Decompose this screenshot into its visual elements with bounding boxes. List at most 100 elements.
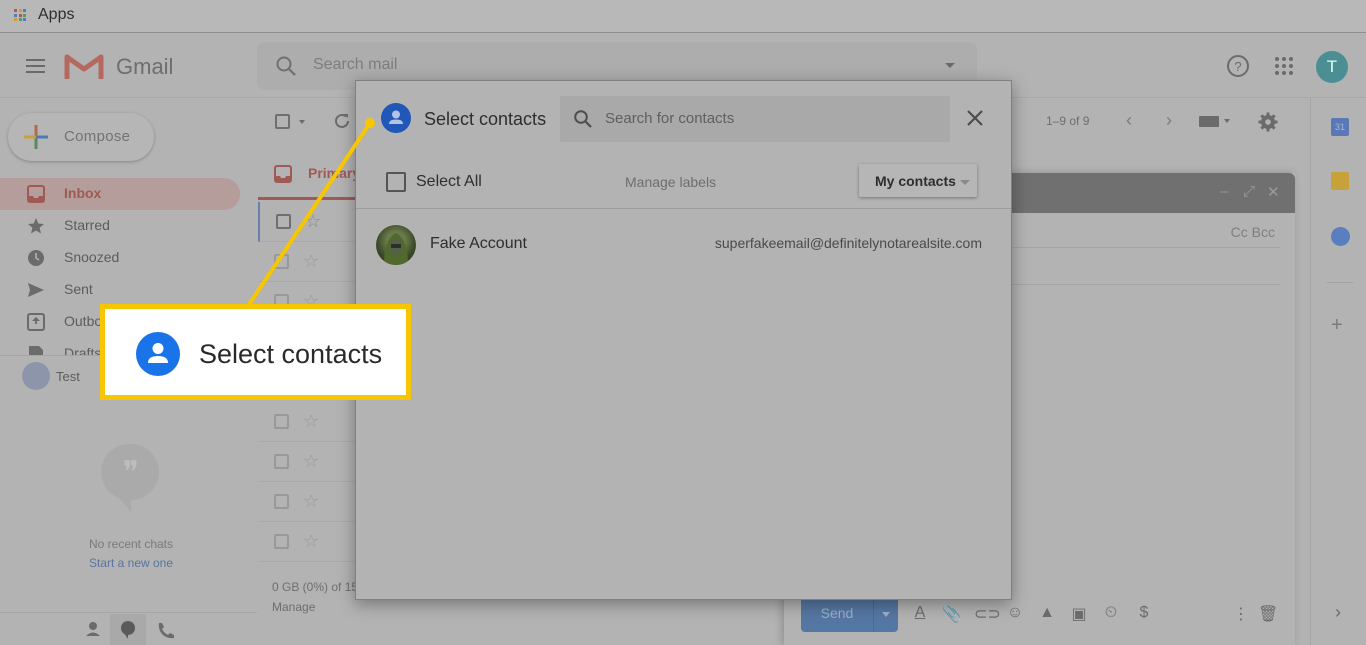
manage-labels-button[interactable]: Manage labels <box>625 174 716 190</box>
row-checkbox[interactable] <box>274 254 289 269</box>
mail-row[interactable]: ☆ <box>258 522 356 562</box>
attach-icon[interactable]: 📎 <box>942 604 962 624</box>
close-compose-icon[interactable]: ✕ <box>1267 183 1280 201</box>
hangouts-tab-icon[interactable] <box>110 614 146 645</box>
sidebar-item-inbox[interactable]: Inbox <box>0 178 240 210</box>
row-checkbox[interactable] <box>274 534 289 549</box>
star-toggle-icon[interactable]: ☆ <box>303 531 319 552</box>
discard-draft-icon[interactable]: 🗑 <box>1258 604 1278 624</box>
side-panel: 31 + › <box>1310 98 1366 645</box>
minimize-icon[interactable]: – <box>1220 183 1228 200</box>
star-toggle-icon[interactable]: ☆ <box>305 211 321 232</box>
next-page-icon[interactable]: › <box>1166 110 1172 131</box>
star-toggle-icon[interactable]: ☆ <box>303 411 319 432</box>
input-tools-caret-icon[interactable] <box>1224 119 1230 123</box>
star-toggle-icon[interactable]: ☆ <box>303 251 319 272</box>
sidebar-item-snoozed[interactable]: Snoozed <box>0 242 240 274</box>
row-checkbox[interactable] <box>276 214 291 229</box>
select-all-checkbox[interactable] <box>386 172 406 192</box>
pager-count: 1–9 of 9 <box>1046 114 1090 128</box>
mail-row[interactable]: ☆ <box>258 442 356 482</box>
close-icon[interactable] <box>964 107 986 129</box>
contact-name: Fake Account <box>430 235 527 252</box>
search-placeholder: Search mail <box>313 56 398 73</box>
apps-grid-icon[interactable] <box>14 9 26 21</box>
start-new-chat-link[interactable]: Start a new one <box>0 556 262 570</box>
more-options-icon[interactable]: ⋮ <box>1231 604 1251 624</box>
gmail-logo-icon <box>64 54 104 79</box>
no-recent-chats-text: No recent chats <box>88 537 174 551</box>
row-checkbox[interactable] <box>274 494 289 509</box>
svg-text:?: ? <box>1234 59 1241 74</box>
text-format-icon[interactable]: A <box>910 604 930 624</box>
compose-button[interactable]: Compose <box>8 113 154 161</box>
sidebar-item-sent[interactable]: Sent <box>0 274 240 306</box>
contacts-tab-icon[interactable] <box>75 614 111 645</box>
select-contacts-dialog: Select contacts Search for contacts Sele… <box>355 80 1012 600</box>
expand-icon[interactable]: ⤢ <box>1243 183 1255 200</box>
keyboard-icon[interactable] <box>1199 116 1219 127</box>
send-label: Send <box>820 605 854 621</box>
send-button[interactable]: Send <box>801 596 898 632</box>
hangouts-icon: ❞ <box>101 443 159 512</box>
callout-label: Select contacts <box>199 339 383 369</box>
previous-page-icon[interactable]: ‹ <box>1126 110 1132 131</box>
inbox-icon <box>27 185 45 203</box>
sidebar-item-label: Starred <box>64 217 110 233</box>
send-divider <box>873 596 874 632</box>
search-contacts-input[interactable]: Search for contacts <box>560 96 950 142</box>
contacts-filter-label: My contacts <box>875 173 956 189</box>
contacts-filter-dropdown[interactable]: My contacts <box>859 164 977 197</box>
google-apps-icon[interactable] <box>1275 57 1293 75</box>
row-checkbox[interactable] <box>274 414 289 429</box>
phone-tab-icon[interactable] <box>147 614 183 645</box>
search-icon <box>574 110 592 128</box>
select-all-mail-checkbox[interactable] <box>275 114 290 129</box>
account-avatar[interactable]: T <box>1316 51 1348 83</box>
dialog-title: Select contacts <box>424 109 547 129</box>
search-contacts-placeholder: Search for contacts <box>605 110 735 127</box>
sidebar-item-starred[interactable]: Starred <box>0 210 240 242</box>
send-icon <box>28 283 44 297</box>
add-addon-icon[interactable]: + <box>1331 314 1343 337</box>
send-options-caret-icon[interactable] <box>882 612 890 617</box>
drive-icon[interactable]: ▲ <box>1037 604 1057 624</box>
apps-link[interactable]: Apps <box>38 6 74 24</box>
select-all-label[interactable]: Select All <box>416 173 482 191</box>
photo-icon[interactable]: ▣ <box>1069 604 1089 624</box>
contacts-person-icon <box>381 103 411 133</box>
subject-field-divider <box>1004 284 1280 285</box>
expand-panel-icon[interactable]: › <box>1335 602 1341 623</box>
confidential-icon[interactable]: ⏲ <box>1101 604 1121 624</box>
contact-email: superfakeemail@definitelynotarealsite.co… <box>714 235 982 251</box>
sidebar-item-label: Drafts <box>64 345 102 355</box>
cc-bcc-link[interactable]: Cc Bcc <box>1231 224 1275 240</box>
row-checkbox[interactable] <box>274 454 289 469</box>
search-icon[interactable] <box>275 55 297 77</box>
keep-icon[interactable] <box>1331 172 1349 190</box>
tab-primary-label: Primary <box>308 165 361 181</box>
search-options-caret-icon[interactable] <box>945 63 955 68</box>
mail-row[interactable]: ☆ <box>258 202 356 242</box>
mail-row[interactable]: ☆ <box>258 482 356 522</box>
emoji-icon[interactable]: ☺ <box>1005 604 1025 624</box>
tasks-icon[interactable] <box>1331 227 1350 246</box>
refresh-icon[interactable] <box>333 112 351 130</box>
help-icon[interactable]: ? <box>1226 54 1250 78</box>
money-icon[interactable]: $ <box>1134 604 1154 624</box>
star-toggle-icon[interactable]: ☆ <box>303 491 319 512</box>
tab-primary[interactable]: Primary <box>258 152 361 200</box>
mail-row[interactable]: ☆ <box>258 402 356 442</box>
mail-row[interactable]: ☆ <box>258 242 356 282</box>
user-avatar <box>22 362 50 390</box>
settings-gear-icon[interactable] <box>1258 112 1278 132</box>
manage-storage-link[interactable]: Manage <box>272 600 315 614</box>
clock-icon <box>28 250 44 266</box>
callout-box: Select contacts <box>100 304 411 400</box>
calendar-icon[interactable]: 31 <box>1331 118 1349 136</box>
menu-icon[interactable] <box>26 59 45 73</box>
contact-list-item[interactable]: Fake Account superfakeemail@definitelyno… <box>356 209 1011 279</box>
select-caret-icon[interactable] <box>299 120 305 124</box>
star-toggle-icon[interactable]: ☆ <box>303 451 319 472</box>
link-icon[interactable]: ⊂⊃ <box>974 604 1001 624</box>
